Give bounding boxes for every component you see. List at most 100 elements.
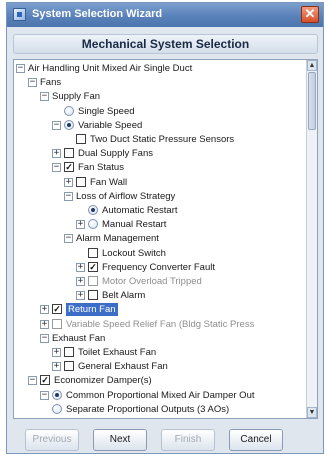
tree-row-label: Loss of Airflow Strategy [76, 190, 176, 202]
tree-row-common-proportional-mixed-air-damper-out[interactable]: − Common Proportional Mixed Air Damper Ou… [14, 389, 304, 402]
tree-row-label: Two Duct Static Pressure Sensors [90, 134, 235, 145]
tree-row-label: Separate Proportional Outputs (3 AOs) [66, 403, 230, 415]
expand-icon[interactable]: + [76, 262, 85, 272]
expand-icon[interactable]: + [40, 305, 49, 315]
tree-row-label: Single Speed [78, 105, 135, 117]
tree-row-variable-speed-relief-fan-bldg-static-press[interactable]: + Variable Speed Relief Fan (Bldg Static … [14, 318, 304, 331]
tree-row-label: Exhaust Fan [52, 332, 106, 344]
finish-button[interactable]: Finish [161, 429, 215, 451]
tree-row-toilet-exhaust-fan[interactable]: + Toilet Exhaust Fan [14, 346, 304, 359]
tree-row-label: Alarm Management [76, 233, 159, 245]
tree-row-label: Frequency Converter Fault [102, 261, 215, 273]
tree-row-automatic-restart[interactable]: Automatic Restart [14, 204, 304, 217]
tree-row-fans[interactable]: − Fans [14, 76, 304, 89]
tree-row-label: Fans [40, 77, 62, 89]
scroll-thumb[interactable] [308, 72, 316, 130]
next-button[interactable]: Next [93, 429, 147, 451]
tree-row-lockout-switch[interactable]: Lockout Switch [14, 247, 304, 260]
app-icon [13, 8, 26, 21]
tree-row-dual-supply-fans[interactable]: + Dual Supply Fans [14, 147, 304, 160]
previous-button[interactable]: Previous [25, 429, 79, 451]
tree-row-label: Air Handling Unit Mixed Air Single Duct [28, 63, 193, 74]
checkbox[interactable]: ✓ [52, 304, 62, 315]
collapse-icon[interactable]: − [40, 390, 49, 400]
tree-row-label: Motor Overload Tripped [102, 276, 202, 287]
tree-row-return-fan[interactable]: + ✓ Return Fan [14, 303, 304, 317]
button-bar: Previous Next Finish Cancel [7, 423, 323, 453]
tree-row-label: Supply Fan [52, 91, 101, 103]
title-bar[interactable]: System Selection Wizard ✕ [7, 3, 323, 27]
expand-icon[interactable]: + [52, 348, 61, 357]
scroll-down-icon[interactable]: ▼ [307, 407, 317, 418]
tree-row-two-duct-static-pressure-sensors[interactable]: Two Duct Static Pressure Sensors [14, 133, 304, 146]
collapse-icon[interactable]: − [64, 191, 73, 201]
close-button[interactable]: ✕ [301, 6, 319, 23]
expand-icon[interactable]: + [40, 319, 49, 329]
expand-icon[interactable]: + [76, 220, 85, 230]
tree-row-economizer-damper-s[interactable]: − ✓ Economizer Damper(s) [14, 374, 304, 387]
collapse-icon[interactable]: − [52, 120, 61, 130]
tree-row-loss-of-airflow-strategy[interactable]: − Loss of Airflow Strategy [14, 190, 304, 203]
radio-button[interactable] [88, 219, 98, 230]
radio-button[interactable] [52, 403, 62, 414]
collapse-icon[interactable]: − [40, 92, 49, 102]
tree-row-supply-fan[interactable]: − Supply Fan [14, 90, 304, 103]
tree-row-label: Economizer Damper(s) [54, 375, 152, 387]
tree-row-belt-alarm[interactable]: + Belt Alarm [14, 289, 304, 302]
collapse-icon[interactable]: − [52, 163, 61, 173]
collapse-icon[interactable]: − [28, 78, 37, 88]
tree-row-label: General Exhaust Fan [78, 361, 168, 373]
tree-row-label: Automatic Restart [102, 205, 178, 216]
tree-row-fan-status[interactable]: − ✓ Fan Status [14, 161, 304, 174]
tree-row-separate-proportional-outputs-3-aos[interactable]: Separate Proportional Outputs (3 AOs) [14, 403, 304, 416]
expand-icon[interactable]: + [52, 149, 61, 159]
radio-button[interactable] [64, 105, 74, 116]
tree-row-manual-restart[interactable]: + Manual Restart [14, 218, 304, 231]
radio-button[interactable] [52, 389, 62, 400]
tree-row-single-speed[interactable]: Single Speed [14, 105, 304, 118]
checkbox[interactable] [64, 361, 74, 372]
vertical-scrollbar[interactable]: ▲ ▼ [306, 60, 317, 418]
expand-icon[interactable]: + [76, 277, 85, 286]
collapse-icon[interactable]: − [64, 234, 73, 244]
collapse-icon[interactable]: − [40, 333, 49, 343]
checkbox[interactable] [88, 247, 98, 258]
radio-button[interactable] [88, 205, 98, 215]
tree-row-variable-speed[interactable]: − Variable Speed [14, 119, 304, 132]
window-title: System Selection Wizard [32, 8, 163, 20]
checkbox[interactable] [88, 290, 98, 301]
checkbox[interactable] [76, 134, 86, 144]
tree-row-frequency-converter-fault[interactable]: + ✓ Frequency Converter Fault [14, 261, 304, 274]
tree-row-alarm-management[interactable]: − Alarm Management [14, 232, 304, 245]
collapse-icon[interactable]: − [16, 64, 25, 73]
tree-row-label: Variable Speed Relief Fan (Bldg Static P… [66, 318, 255, 330]
checkbox[interactable] [52, 318, 62, 329]
checkbox[interactable] [64, 148, 74, 159]
checkbox[interactable] [88, 276, 98, 286]
tree-row-motor-overload-tripped[interactable]: + Motor Overload Tripped [14, 275, 304, 288]
checkbox[interactable] [76, 176, 86, 187]
system-tree: − Air Handling Unit Mixed Air Single Duct… [13, 59, 318, 419]
checkbox[interactable]: ✓ [64, 162, 74, 173]
tree-row-label: Manual Restart [102, 219, 167, 231]
tree-row-air-handling-unit-mixed-air-single-duct[interactable]: − Air Handling Unit Mixed Air Single Duct [14, 62, 304, 75]
tree-row-label: Return Fan [66, 303, 118, 317]
radio-button[interactable] [64, 119, 74, 130]
tree-row-exhaust-fan[interactable]: − Exhaust Fan [14, 332, 304, 345]
checkbox[interactable] [64, 347, 74, 357]
expand-icon[interactable]: + [76, 291, 85, 301]
scroll-up-icon[interactable]: ▲ [307, 60, 317, 71]
expand-icon[interactable]: + [52, 362, 61, 372]
collapse-icon[interactable]: − [28, 376, 37, 386]
expand-icon[interactable]: + [64, 177, 73, 187]
tree-row-label: Fan Status [78, 162, 124, 174]
tree-row-label: Belt Alarm [102, 290, 146, 302]
tree-row-label: Fan Wall [90, 176, 128, 188]
page-header: Mechanical System Selection [13, 34, 318, 54]
tree-row-label: Common Proportional Mixed Air Damper Out [66, 389, 255, 401]
checkbox[interactable]: ✓ [88, 261, 98, 272]
checkbox[interactable]: ✓ [40, 375, 50, 386]
cancel-button[interactable]: Cancel [229, 429, 283, 451]
tree-row-general-exhaust-fan[interactable]: + General Exhaust Fan [14, 360, 304, 373]
tree-row-fan-wall[interactable]: + Fan Wall [14, 176, 304, 189]
